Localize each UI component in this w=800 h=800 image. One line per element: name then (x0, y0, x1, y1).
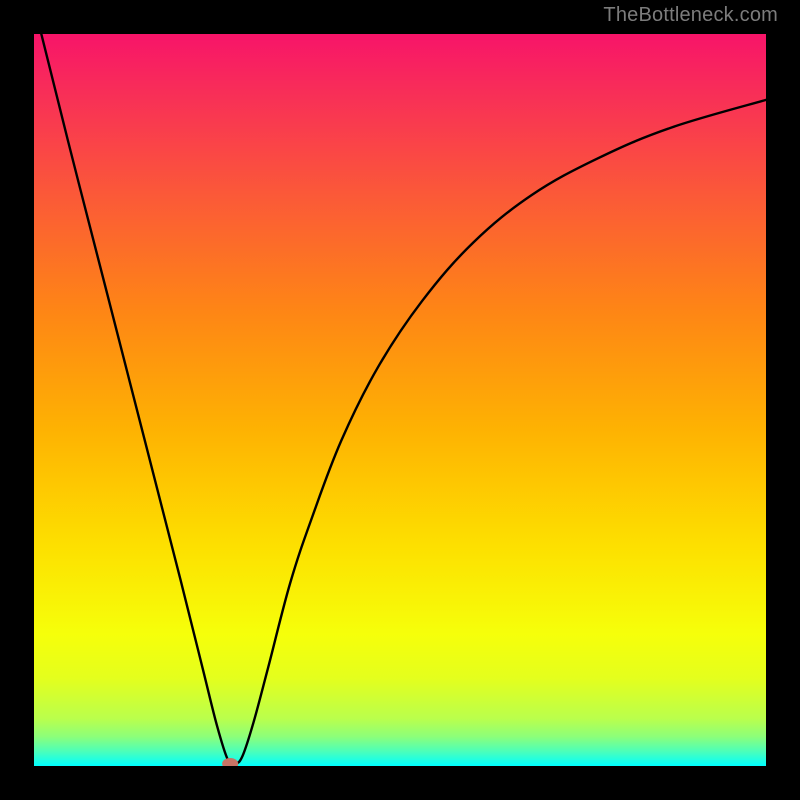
optimal-point-marker (222, 758, 238, 766)
bottleneck-curve (41, 34, 766, 765)
plot-area (34, 34, 766, 766)
watermark-text: TheBottleneck.com (603, 4, 778, 27)
chart-frame: TheBottleneck.com (0, 0, 800, 800)
curve-svg (34, 34, 766, 766)
